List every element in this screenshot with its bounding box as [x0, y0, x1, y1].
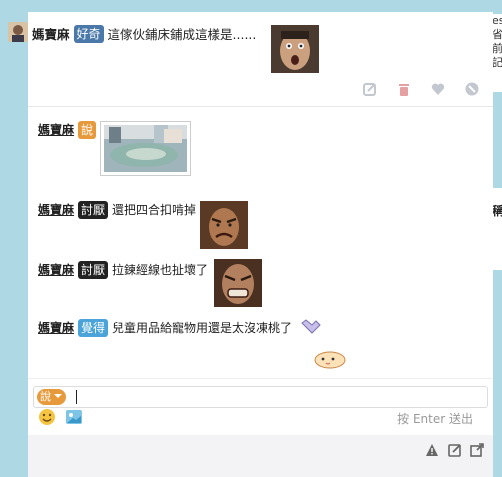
pet-bed-photo[interactable] — [100, 121, 192, 176]
mood-badge: 說 — [78, 121, 97, 139]
text-caret — [76, 390, 77, 404]
angry-face-sticker — [200, 201, 249, 249]
comment-item: 媽寶麻 說 — [38, 121, 192, 176]
mood-badge: 好奇 — [73, 24, 104, 43]
side-line: es — [492, 14, 502, 27]
emoji-icon[interactable] — [38, 408, 56, 426]
side-card-2: 稱 — [492, 188, 502, 270]
mood-badge: 覺得 — [78, 319, 109, 337]
comment-input[interactable]: 說 — [33, 386, 488, 408]
trash-icon[interactable] — [397, 82, 411, 96]
send-hint: 按 Enter 送出 — [397, 412, 473, 426]
post-header: 媽寶麻 好奇 這傢伙鋪床鋪成這樣是...... — [32, 24, 256, 43]
blob-sticker — [313, 350, 347, 370]
external-link-icon[interactable] — [470, 443, 484, 457]
comment-username[interactable]: 媽寶麻 — [38, 261, 74, 278]
grimace-face-sticker — [214, 259, 263, 307]
side-line: 前 — [492, 42, 502, 55]
mood-selector-label: 說 — [40, 390, 51, 403]
mood-selector[interactable]: 說 — [37, 389, 66, 405]
post-username[interactable]: 媽寶麻 — [32, 24, 70, 43]
comment-text: 拉鍊經線也扯壞了 — [112, 263, 209, 277]
side-line: 記 — [492, 56, 502, 69]
mood-badge: 討厭 — [78, 201, 109, 219]
comment-username[interactable]: 媽寶麻 — [38, 319, 74, 336]
chevron-down-icon — [53, 389, 63, 405]
side-line: 省 — [492, 28, 502, 41]
composer: 說 按 Enter 送出 — [28, 378, 493, 477]
comment-text: 還把四合扣啃掉 — [112, 203, 197, 217]
comment-item: 媽寶麻 討厭 還把四合扣啃掉 — [38, 201, 249, 249]
image-icon[interactable] — [65, 408, 83, 426]
comment-item: 媽寶麻 討厭 拉鍊經線也扯壞了 — [38, 259, 263, 307]
comment-list: 媽寶麻 說 媽寶麻 討厭 還把四合扣啃掉 媽寶麻 討厭 拉鍊經線也扯壞了 媽寶麻… — [28, 107, 493, 377]
shocked-face-sticker — [271, 25, 319, 73]
comment-text: 兒童用品給寵物用還是太沒凍桃了 — [112, 321, 293, 335]
comment-item: 媽寶麻 覺得 兒童用品給寵物用還是太沒凍桃了 — [38, 319, 322, 337]
side-label: 稱 — [492, 204, 502, 218]
post-actions — [363, 82, 479, 96]
report-icon[interactable] — [425, 443, 439, 457]
comment-username[interactable]: 媽寶麻 — [38, 121, 74, 138]
mood-badge: 討厭 — [78, 261, 109, 279]
avatar[interactable] — [8, 22, 28, 42]
post-text: 這傢伙鋪床鋪成這樣是...... — [107, 27, 257, 42]
side-card: es 省 前 記 — [492, 14, 502, 92]
cat-sticker — [300, 319, 322, 337]
edit-icon[interactable] — [448, 443, 462, 457]
hide-icon[interactable] — [465, 82, 479, 96]
comment-username[interactable]: 媽寶麻 — [38, 201, 74, 218]
footer-bar — [28, 435, 493, 477]
post-panel: 媽寶麻 好奇 這傢伙鋪床鋪成這樣是...... 媽寶麻 說 媽寶麻 討厭 還把四… — [28, 12, 493, 477]
post: 媽寶麻 好奇 這傢伙鋪床鋪成這樣是...... — [28, 12, 493, 107]
heart-icon[interactable] — [431, 82, 445, 96]
edit-icon[interactable] — [363, 82, 377, 96]
